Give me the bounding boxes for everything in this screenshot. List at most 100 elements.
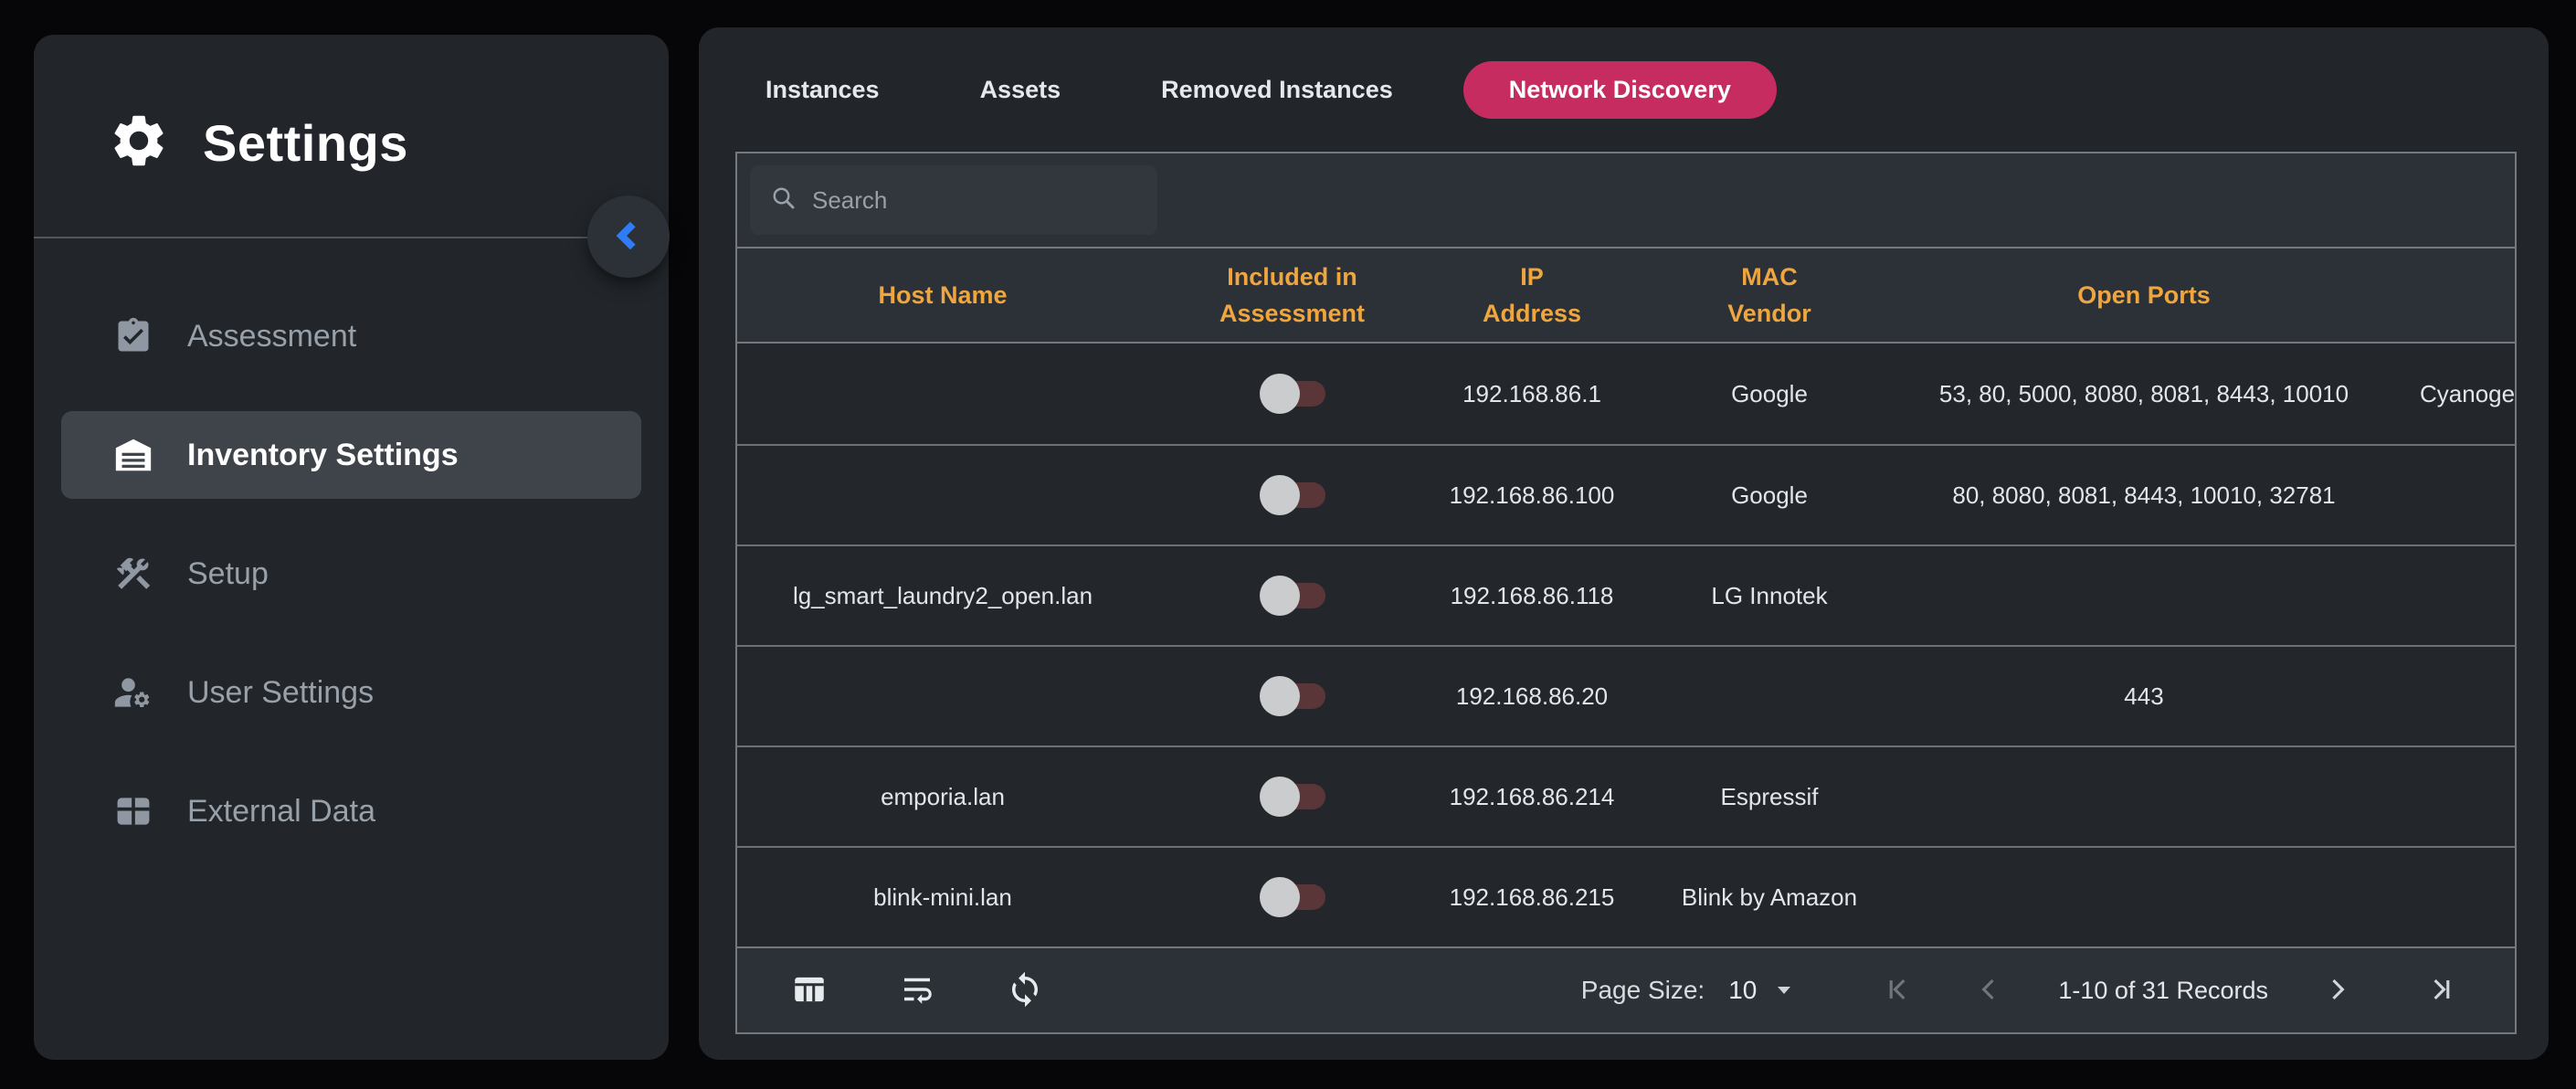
sidebar-item-setup[interactable]: Setup <box>61 530 641 618</box>
included-cell <box>1148 776 1436 818</box>
search-input[interactable] <box>812 186 1137 215</box>
search-icon <box>770 185 797 217</box>
included-in-assessment-toggle[interactable] <box>1260 675 1325 717</box>
table-footer: Page Size: 10 1-10 of 3 <box>737 946 2515 1032</box>
sidebar-item-label: External Data <box>187 794 375 830</box>
tab-assets[interactable]: Assets <box>950 59 1092 121</box>
included-in-assessment-toggle[interactable] <box>1260 776 1325 818</box>
tools-icon <box>112 553 154 595</box>
sidebar-item-label: Inventory Settings <box>187 438 459 473</box>
tab-bar: Instances Assets Removed Instances Netwo… <box>699 27 2549 152</box>
open-ports-cell: 80, 8080, 8081, 8443, 10010, 32781 <box>1911 481 2377 510</box>
sidebar-nav: Assessment Inventory Settings Setup User… <box>34 292 669 855</box>
included-cell <box>1148 373 1436 415</box>
clipboard-check-icon <box>112 315 154 357</box>
column-header-open-ports: Open Ports <box>1911 277 2377 313</box>
toggle-knob <box>1260 676 1300 716</box>
column-header-host-name: Host Name <box>737 277 1148 313</box>
column-header-ip-address: IPAddress <box>1436 259 1628 332</box>
mac-vendor-cell: Espressif <box>1628 783 1911 811</box>
included-cell <box>1148 474 1436 516</box>
first-page-button[interactable] <box>1883 974 1914 1008</box>
page-size-label: Page Size: <box>1581 976 1705 1005</box>
chevron-left-icon <box>607 215 649 259</box>
table-tools <box>790 970 1044 1011</box>
table-row: 192.168.86.100 Google 80, 8080, 8081, 84… <box>737 444 2515 544</box>
wrap-text-button[interactable] <box>898 970 936 1011</box>
sidebar-item-label: Assessment <box>187 319 356 354</box>
host-name-cell: emporia.lan <box>737 783 1148 811</box>
included-in-assessment-toggle[interactable] <box>1260 373 1325 415</box>
included-cell <box>1148 876 1436 918</box>
next-page-button[interactable] <box>2321 974 2352 1008</box>
overflow-cell: Cyanoge <box>2377 380 2517 408</box>
mac-vendor-cell: LG Innotek <box>1628 582 1911 610</box>
sidebar-collapse-button[interactable] <box>587 196 670 278</box>
chevron-right-icon <box>2321 974 2352 1008</box>
chevron-left-icon <box>1974 974 2005 1008</box>
last-page-icon <box>2425 974 2456 1008</box>
open-ports-cell: 443 <box>1911 682 2377 711</box>
toggle-knob <box>1260 374 1300 414</box>
toggle-knob <box>1260 877 1300 917</box>
table-row: blink-mini.lan 192.168.86.215 Blink by A… <box>737 846 2515 946</box>
warehouse-icon <box>112 434 154 476</box>
table-search-row <box>737 153 2515 248</box>
tab-network-discovery[interactable]: Network Discovery <box>1463 61 1777 119</box>
caret-down-icon <box>1773 978 1795 1003</box>
table-row: emporia.lan 192.168.86.214 Espressif <box>737 745 2515 846</box>
table-grid-icon <box>112 790 154 832</box>
divider <box>34 237 669 238</box>
last-page-button[interactable] <box>2425 974 2456 1008</box>
tab-instances[interactable]: Instances <box>735 59 910 121</box>
ip-address-cell: 192.168.86.118 <box>1436 582 1628 610</box>
sidebar-header: Settings <box>108 110 408 176</box>
included-cell <box>1148 675 1436 717</box>
sidebar-item-inventory-settings[interactable]: Inventory Settings <box>61 411 641 499</box>
table-columns-icon <box>790 970 829 1011</box>
mac-vendor-cell: Google <box>1628 380 1911 408</box>
sidebar-item-label: User Settings <box>187 675 374 711</box>
sidebar-item-assessment[interactable]: Assessment <box>61 292 641 380</box>
column-header-mac-vendor: MACVendor <box>1628 259 1911 332</box>
sidebar-item-label: Setup <box>187 556 269 592</box>
table-row: 192.168.86.20 443 <box>737 645 2515 745</box>
pagination: Page Size: 10 1-10 of 3 <box>1581 974 2456 1008</box>
previous-page-button[interactable] <box>1974 974 2005 1008</box>
page-size-value: 10 <box>1728 976 1757 1005</box>
page-size-select[interactable]: 10 <box>1728 976 1795 1005</box>
ip-address-cell: 192.168.86.215 <box>1436 883 1628 912</box>
ip-address-cell: 192.168.86.20 <box>1436 682 1628 711</box>
toggle-knob <box>1260 576 1300 616</box>
page-title: Settings <box>203 113 408 173</box>
records-count: 1-10 of 31 Records <box>2058 977 2268 1005</box>
table-row: lg_smart_laundry2_open.lan 192.168.86.11… <box>737 544 2515 645</box>
sidebar-item-user-settings[interactable]: User Settings <box>61 649 641 736</box>
toggle-knob <box>1260 475 1300 515</box>
wrap-text-icon <box>898 970 936 1011</box>
refresh-icon <box>1006 970 1044 1011</box>
search-box <box>750 165 1157 235</box>
mac-vendor-cell: Google <box>1628 481 1911 510</box>
tab-removed-instances[interactable]: Removed Instances <box>1131 59 1423 121</box>
first-page-icon <box>1883 974 1914 1008</box>
included-in-assessment-toggle[interactable] <box>1260 876 1325 918</box>
columns-button[interactable] <box>790 970 829 1011</box>
gear-icon <box>108 110 170 176</box>
mac-vendor-cell: Blink by Amazon <box>1628 883 1911 912</box>
sidebar-item-external-data[interactable]: External Data <box>61 767 641 855</box>
open-ports-cell: 53, 80, 5000, 8080, 8081, 8443, 10010 <box>1911 380 2377 408</box>
ip-address-cell: 192.168.86.1 <box>1436 380 1628 408</box>
ip-address-cell: 192.168.86.214 <box>1436 783 1628 811</box>
included-cell <box>1148 575 1436 617</box>
included-in-assessment-toggle[interactable] <box>1260 474 1325 516</box>
inventory-settings-panel: Instances Assets Removed Instances Netwo… <box>699 27 2549 1060</box>
ip-address-cell: 192.168.86.100 <box>1436 481 1628 510</box>
settings-sidebar: Settings Assessment Inventory Settings S… <box>34 35 669 1060</box>
user-gear-icon <box>112 671 154 714</box>
table-row: 192.168.86.1 Google 53, 80, 5000, 8080, … <box>737 344 2515 444</box>
host-name-cell: blink-mini.lan <box>737 883 1148 912</box>
refresh-button[interactable] <box>1006 970 1044 1011</box>
toggle-knob <box>1260 777 1300 817</box>
included-in-assessment-toggle[interactable] <box>1260 575 1325 617</box>
